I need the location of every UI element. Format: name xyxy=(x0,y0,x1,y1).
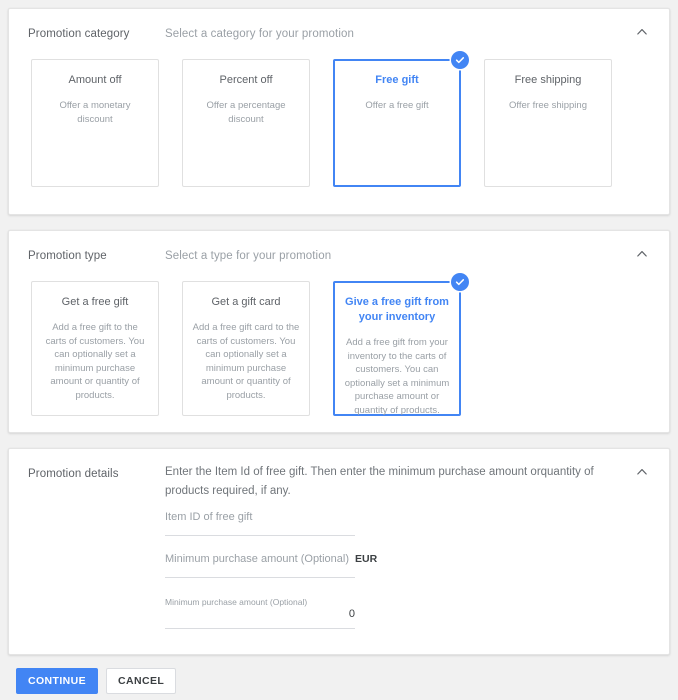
type-card-description: Add a free gift to the carts of customer… xyxy=(45,322,145,401)
item-id-field[interactable]: Item ID of free gift xyxy=(165,511,355,536)
category-card-title: Amount off xyxy=(68,74,122,86)
type-card-get-a-gift-card[interactable]: Get a gift card Add a free gift card to … xyxy=(182,281,310,416)
promotion-category-label: Promotion category xyxy=(28,28,130,40)
category-card-amount-off[interactable]: Amount off Offer a monetary discount xyxy=(31,59,159,187)
category-card-free-gift[interactable]: Free gift Offer a free gift xyxy=(333,51,469,187)
category-card-description: Offer a free gift xyxy=(365,100,429,111)
type-card-title: Get a gift card xyxy=(211,296,281,308)
currency-suffix: EUR xyxy=(355,553,378,565)
promotion-details-intro: Enter the Item Id of free gift. Then ent… xyxy=(165,466,594,497)
minimum-purchase-amount-field-group: Minimum purchase amount (Optional) EUR xyxy=(165,553,377,578)
type-card-description: Add a free gift from your inventory to t… xyxy=(344,337,450,416)
category-card-percent-off[interactable]: Percent off Offer a percentage discount xyxy=(182,59,310,187)
category-card-title: Free shipping xyxy=(514,74,582,86)
type-card-get-a-free-gift[interactable]: Get a free gift Add a free gift to the c… xyxy=(31,281,159,416)
type-card-title: Give a free gift from your inventory xyxy=(345,296,449,323)
promotion-category-panel: Promotion category Select a category for… xyxy=(8,8,670,215)
promotion-details-panel: Promotion details Enter the Item Id of f… xyxy=(8,448,670,655)
category-card-description: Offer free shipping xyxy=(509,100,587,111)
minimum-purchase-amount-placeholder: Minimum purchase amount (Optional) xyxy=(165,553,350,565)
check-circle-icon xyxy=(451,51,469,69)
type-card-give-free-gift-from-inventory[interactable]: Give a free gift from your inventory Add… xyxy=(333,273,469,416)
category-card-description: Offer a percentage discount xyxy=(206,100,286,125)
promotion-type-subtitle: Select a type for your promotion xyxy=(165,250,332,262)
cancel-button[interactable]: CANCEL xyxy=(106,668,177,694)
minimum-purchase-quantity-field-group: Minimum purchase amount (Optional) 0 xyxy=(165,597,355,629)
item-id-field-group: Item ID of free gift xyxy=(165,511,355,536)
promotion-type-options: Get a free gift Add a free gift to the c… xyxy=(31,273,469,416)
continue-button[interactable]: CONTINUE xyxy=(16,668,99,694)
category-card-title: Free gift xyxy=(375,74,419,86)
promotion-category-subtitle: Select a category for your promotion xyxy=(165,28,354,40)
minimum-purchase-quantity-value: 0 xyxy=(348,608,355,620)
category-card-title: Percent off xyxy=(219,74,273,86)
chevron-up-icon-details[interactable] xyxy=(633,463,651,481)
footer-actions: CONTINUE CANCEL xyxy=(16,668,177,694)
promotion-details-label: Promotion details xyxy=(28,468,119,480)
minimum-purchase-amount-field[interactable]: Minimum purchase amount (Optional) EUR xyxy=(165,553,377,578)
category-card-description: Offer a monetary discount xyxy=(59,100,131,125)
type-card-description: Add a free gift card to the carts of cus… xyxy=(192,322,300,401)
promotion-wizard-page: Promotion category Select a category for… xyxy=(0,0,678,700)
minimum-purchase-quantity-label: Minimum purchase amount (Optional) xyxy=(165,597,308,607)
type-card-title: Get a free gift xyxy=(61,296,129,308)
chevron-up-icon-category[interactable] xyxy=(633,23,651,41)
chevron-up-icon-type[interactable] xyxy=(633,245,651,263)
category-card-free-shipping[interactable]: Free shipping Offer free shipping xyxy=(484,59,612,187)
promotion-type-panel: Promotion type Select a type for your pr… xyxy=(8,230,670,433)
promotion-category-options: Amount off Offer a monetary discount Per… xyxy=(31,51,612,187)
item-id-placeholder: Item ID of free gift xyxy=(165,511,253,523)
minimum-purchase-quantity-field[interactable]: 0 xyxy=(165,608,355,629)
check-circle-icon xyxy=(451,273,469,291)
promotion-type-label: Promotion type xyxy=(28,250,107,262)
